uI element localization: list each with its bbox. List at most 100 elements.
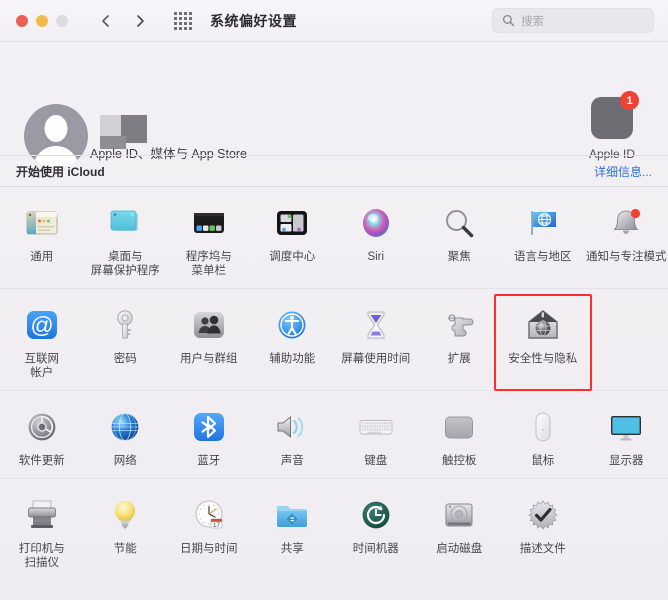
pref-pane-keyboard[interactable]: 键盘	[334, 401, 418, 474]
search-placeholder: 搜索	[521, 15, 544, 28]
displays-monitor-icon	[604, 405, 648, 449]
pref-pane-label: 键盘	[364, 455, 388, 467]
pref-pane-displays-monitor[interactable]: 显示器	[585, 401, 668, 474]
preferences-row: @ 互联网 帐户 密码 用户与群组 辅助功能 屏幕使用时间 扩展 安全性与隐私	[0, 299, 668, 386]
pref-pane-label: 安全性与隐私	[508, 353, 578, 365]
date-time-clock-icon: 17	[187, 493, 231, 537]
users-groups-icon	[187, 303, 231, 347]
icloud-banner: 开始使用 iCloud 详细信息...	[0, 155, 668, 187]
mouse-icon	[521, 405, 565, 449]
pref-pane-label: 网络	[113, 455, 137, 467]
pref-pane-sharing-folder[interactable]: 共享	[251, 489, 335, 576]
close-button[interactable]	[16, 14, 28, 27]
pref-pane-notifications-bell[interactable]: 通知与专注模式	[585, 197, 668, 284]
pref-pane-label: 节能	[113, 543, 137, 555]
preferences-section-system: 打印机与 扫描仪 节能 17 日期与时间 共享 时间机器 启动磁盘 描述文件	[0, 478, 668, 580]
icloud-details-link[interactable]: 详细信息...	[594, 163, 652, 180]
pref-pane-users-groups[interactable]: 用户与群组	[167, 299, 251, 386]
startup-disk-icon	[437, 493, 481, 537]
pref-pane-label: 调度中心	[269, 251, 316, 263]
pref-pane-time-machine[interactable]: 时间机器	[334, 489, 418, 576]
desktop-screensaver-icon	[103, 201, 147, 245]
show-all-grid-icon[interactable]	[174, 11, 192, 30]
pref-pane-label: 扩展	[447, 353, 471, 365]
system-preferences-window: 系统偏好设置 搜索 Apple ID、媒体与 App Store 1 Apple…	[0, 0, 668, 600]
search-icon	[502, 14, 515, 27]
pref-pane-general-window[interactable]: 通用	[0, 197, 84, 284]
bluetooth-icon	[187, 405, 231, 449]
pref-pane-siri-orb[interactable]: Siri	[334, 197, 418, 284]
pref-pane-dock-menubar[interactable]: 程序坞与 菜单栏	[167, 197, 251, 284]
siri-orb-icon	[354, 201, 398, 245]
pref-pane-security-privacy[interactable]: 安全性与隐私	[501, 299, 585, 386]
pref-pane-energy-saver-bulb[interactable]: 节能	[84, 489, 168, 576]
general-window-icon	[20, 201, 64, 245]
pref-pane-label: 声音	[280, 455, 304, 467]
pref-pane-internet-accounts-at[interactable]: @ 互联网 帐户	[0, 299, 84, 386]
pref-pane-label: 显示器	[609, 455, 644, 467]
navigation-buttons	[99, 14, 147, 28]
preferences-section-hardware: 软件更新 网络 蓝牙 声音 键盘 触控板 鼠标 显示器	[0, 390, 668, 478]
pref-pane-trackpad[interactable]: 触控板	[418, 401, 502, 474]
pref-pane-desktop-screensaver[interactable]: 桌面与 屏幕保护程序	[84, 197, 168, 284]
pref-pane-date-time-clock[interactable]: 17 日期与时间	[167, 489, 251, 576]
spotlight-magnifier-icon	[437, 201, 481, 245]
pref-pane-accessibility[interactable]: 辅助功能	[251, 299, 335, 386]
pref-pane-label: 共享	[280, 543, 304, 555]
pref-pane-label: 互联网 帐户	[24, 353, 60, 379]
pref-pane-label: 通知与专注模式	[586, 251, 667, 263]
internet-accounts-at-icon: @	[20, 303, 64, 347]
pref-pane-spotlight-magnifier[interactable]: 聚焦	[418, 197, 502, 284]
minimize-button[interactable]	[36, 14, 48, 27]
pref-pane-mouse[interactable]: 鼠标	[501, 401, 585, 474]
notifications-bell-icon	[604, 201, 648, 245]
pref-pane-label: 描述文件	[519, 543, 566, 555]
pref-pane-label: 蓝牙	[197, 455, 221, 467]
passwords-key-icon	[103, 303, 147, 347]
preferences-row: 通用 桌面与 屏幕保护程序 程序坞与 菜单栏 调度中心 Siri 聚焦 语言与地区 通知与专注…	[0, 197, 668, 284]
pref-pane-label: 程序坞与 菜单栏	[185, 251, 232, 277]
network-globe-icon	[103, 405, 147, 449]
pref-pane-startup-disk[interactable]: 启动磁盘	[418, 489, 502, 576]
traffic-lights	[16, 14, 68, 27]
pref-pane-mission-control[interactable]: 调度中心	[251, 197, 335, 284]
forward-chevron-icon[interactable]	[133, 14, 147, 28]
notification-badge: 1	[620, 91, 639, 110]
energy-saver-bulb-icon	[103, 493, 147, 537]
pref-pane-label: 触控板	[442, 455, 477, 467]
language-region-flag-icon	[521, 201, 565, 245]
security-privacy-house-icon	[521, 303, 565, 347]
svg-text:@: @	[30, 312, 53, 338]
pref-pane-bluetooth[interactable]: 蓝牙	[167, 401, 251, 474]
account-name-redacted	[100, 115, 147, 149]
preferences-row: 打印机与 扫描仪 节能 17 日期与时间 共享 时间机器 启动磁盘 描述文件	[0, 489, 668, 576]
pref-pane-label: 鼠标	[531, 455, 555, 467]
svg-text:17: 17	[213, 522, 220, 529]
dock-menubar-icon	[187, 201, 231, 245]
pref-pane-label: 语言与地区	[514, 251, 572, 263]
pref-pane-label: 软件更新	[18, 455, 65, 467]
pref-pane-screen-time-hourglass[interactable]: 屏幕使用时间	[334, 299, 418, 386]
pref-pane-printers-scanners[interactable]: 打印机与 扫描仪	[0, 489, 84, 576]
pref-pane-software-update-gear[interactable]: 软件更新	[0, 401, 84, 474]
apple-id-header: Apple ID、媒体与 App Store 1 Apple ID	[0, 42, 668, 168]
search-field[interactable]: 搜索	[492, 8, 654, 33]
pref-pane-language-region-flag[interactable]: 语言与地区	[501, 197, 585, 284]
pref-pane-label: 桌面与 屏幕保护程序	[90, 251, 160, 277]
pref-pane-profiles-badge[interactable]: 描述文件	[501, 489, 585, 576]
extensions-puzzle-icon	[437, 303, 481, 347]
mission-control-icon	[270, 201, 314, 245]
pref-pane-label: 通用	[30, 251, 54, 263]
pref-pane-sound-speaker[interactable]: 声音	[251, 401, 335, 474]
pref-pane-extensions-puzzle[interactable]: 扩展	[418, 299, 502, 386]
pref-pane-network-globe[interactable]: 网络	[84, 401, 168, 474]
preferences-row: 软件更新 网络 蓝牙 声音 键盘 触控板 鼠标 显示器	[0, 401, 668, 474]
back-chevron-icon[interactable]	[99, 14, 113, 28]
pref-pane-label: 用户与群组	[180, 353, 238, 365]
pref-pane-label: 聚焦	[447, 251, 471, 263]
pref-pane-label: 辅助功能	[269, 353, 316, 365]
pref-pane-label: 密码	[113, 353, 137, 365]
zoom-button[interactable]	[56, 14, 68, 27]
apple-id-tile[interactable]: 1 Apple ID	[574, 91, 650, 161]
pref-pane-passwords-key[interactable]: 密码	[84, 299, 168, 386]
